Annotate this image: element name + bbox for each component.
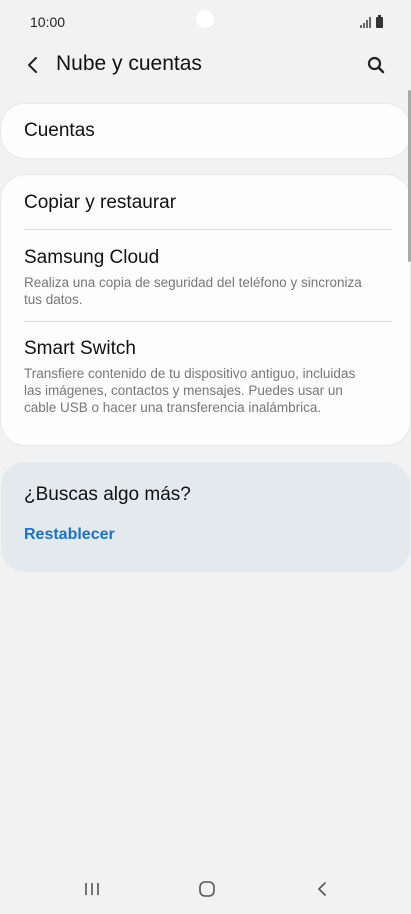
status-bar: 10:00 [0, 0, 411, 44]
accounts-card: Cuentas [1, 104, 410, 158]
looking-for-more-card: ¿Buscas algo más? Restablecer [1, 462, 410, 572]
chevron-left-icon [28, 57, 37, 73]
nav-back-button[interactable] [302, 876, 342, 902]
status-icons [360, 14, 383, 28]
page-title: Nube y cuentas [56, 52, 202, 75]
list-item-description: Transfiere contenido de tu dispositivo a… [24, 366, 356, 415]
list-item-title: Smart Switch [24, 338, 136, 359]
search-icon [367, 56, 385, 74]
accounts-item[interactable]: Cuentas [24, 119, 410, 143]
list-item-description: Realiza una copia de seguridad del teléf… [24, 275, 362, 307]
back-icon [318, 882, 326, 896]
list-item-title: Samsung Cloud [24, 247, 160, 268]
more-title: ¿Buscas algo más? [24, 484, 191, 505]
camera-cutout [196, 10, 214, 28]
recent-apps-button[interactable] [72, 876, 112, 902]
back-button[interactable] [18, 50, 48, 80]
list-item-smart-switch[interactable]: Smart Switch Transfiere contenido de tu … [24, 337, 410, 416]
search-button[interactable] [361, 50, 391, 80]
signal-icon [360, 17, 371, 28]
app-header: Nube y cuentas [0, 44, 411, 88]
list-item-backup-restore[interactable]: Copiar y restaurar [24, 191, 410, 215]
recent-apps-icon [85, 883, 99, 895]
list-item-samsung-cloud[interactable]: Samsung Cloud Realiza una copia de segur… [24, 246, 410, 308]
list-item-title: Copiar y restaurar [24, 192, 177, 213]
battery-icon [376, 15, 383, 28]
divider [24, 321, 392, 322]
accounts-label: Cuentas [24, 120, 95, 141]
backup-card: Copiar y restaurar Samsung Cloud Realiza… [1, 175, 410, 445]
home-button[interactable] [187, 876, 227, 902]
status-time: 10:00 [30, 14, 66, 30]
navigation-bar [0, 864, 411, 914]
reset-link[interactable]: Restablecer [24, 526, 115, 544]
divider [24, 229, 392, 230]
home-icon [199, 881, 215, 897]
